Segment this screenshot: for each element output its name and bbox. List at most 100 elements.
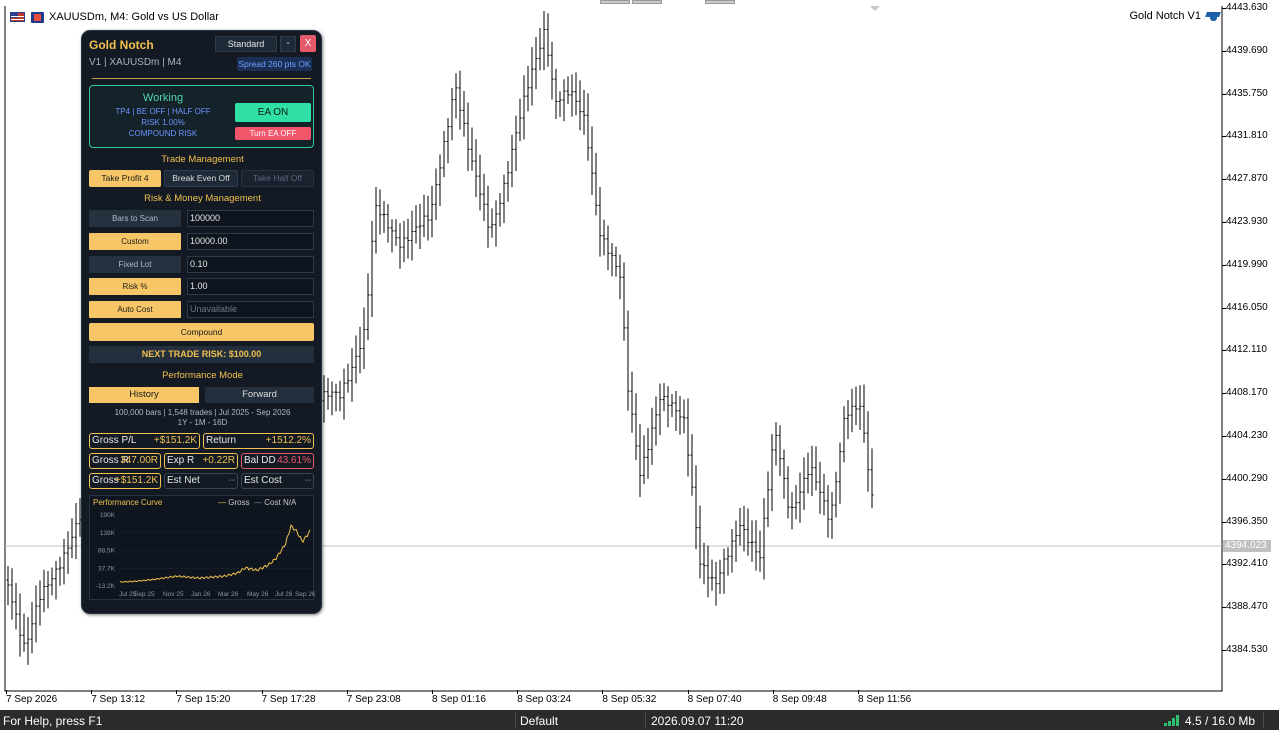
- time-axis-label: 8 Sep 01:16: [432, 694, 486, 705]
- status-risk-line: RISK 1.00%: [141, 118, 185, 127]
- panel-subtitle: V1 | XAUUSDm | M4: [89, 57, 182, 68]
- compound-button[interactable]: Compound: [89, 323, 314, 341]
- price-axis-tick: [1222, 564, 1226, 566]
- time-axis-label: 8 Sep 11:56: [858, 694, 912, 705]
- mode-button[interactable]: Standard: [215, 36, 277, 52]
- time-axis-label: 8 Sep 05:32: [602, 694, 657, 705]
- status-datetime: 2026.09.07 11:20: [651, 714, 744, 728]
- status-separator: [645, 712, 646, 728]
- take-profit-button[interactable]: Take Profit 4: [89, 170, 161, 187]
- price-axis-tick: [1222, 607, 1226, 609]
- performance-info: 100,000 bars | 1,548 trades | Jul 2025 -…: [114, 408, 291, 417]
- symbol-title: XAUUSDm, M4: Gold vs US Dollar: [49, 11, 219, 23]
- history-button[interactable]: History: [89, 387, 199, 403]
- time-axis-label: 7 Sep 23:08: [346, 694, 401, 705]
- price-axis-tick: [1222, 136, 1226, 138]
- curve-y-label: 88.5K: [98, 548, 116, 555]
- status-compound-line: COMPOUND RISK: [128, 129, 198, 138]
- price-axis-label: 4431.810: [1226, 130, 1268, 142]
- stat-exp-r: Exp R +0.22R: [164, 453, 238, 469]
- status-separator: [1263, 712, 1264, 728]
- curve-title: Performance Curve: [93, 498, 163, 507]
- ea-panel[interactable]: Gold Notch Standard - X V1 | XAUUSDm | M…: [81, 30, 322, 614]
- price-axis-label: 4443.630: [1226, 2, 1268, 13]
- price-axis-tick: [1222, 179, 1226, 181]
- auto-cost-button[interactable]: Auto Cost: [89, 301, 181, 318]
- status-separator: [515, 712, 516, 728]
- curve-y-label: 37.7K: [98, 565, 116, 572]
- connection-signal-icon: [1164, 715, 1180, 726]
- connection-traffic: 4.5 / 16.0 Mb: [1185, 714, 1256, 728]
- fixed-lot-input[interactable]: 0.10: [187, 256, 314, 273]
- time-axis-tick: [687, 690, 689, 694]
- curve-legend: — Gross — Cost N/A: [218, 498, 297, 507]
- curve-y-label: 190K: [100, 512, 116, 519]
- custom-button[interactable]: Custom: [89, 233, 181, 250]
- stat-est-net: Est Net --: [164, 473, 238, 489]
- profile-name[interactable]: Default: [520, 714, 558, 728]
- time-axis-tick: [346, 690, 348, 694]
- price-axis-label: 4439.690: [1226, 44, 1268, 56]
- price-axis-label: 4404.230: [1226, 430, 1268, 441]
- price-axis-label: 4396.350: [1226, 515, 1268, 527]
- performance-mode-title: Performance Mode: [162, 370, 243, 381]
- price-axis-tick: [1222, 521, 1226, 523]
- stat-gross-r: Gross R 347.00R: [89, 453, 161, 469]
- toolbar-tab[interactable]: [600, 0, 630, 4]
- risk-percent-input[interactable]: 1.00: [187, 278, 314, 295]
- time-axis-label: 8 Sep 09:48: [772, 694, 827, 705]
- time-axis-tick: [6, 690, 7, 694]
- price-axis-tick: [1222, 436, 1226, 437]
- take-half-button[interactable]: Take Half Off: [241, 170, 314, 187]
- performance-curve: 190K 139K 88.5K 37.7K -13.2K Jul 25 Sep 25 Nov …: [89, 495, 315, 600]
- gross-curve-line: [119, 524, 311, 583]
- stat-est-cost: Est Cost --: [241, 473, 314, 489]
- help-text: For Help, press F1: [3, 714, 103, 728]
- price-axis-tick: [1222, 8, 1226, 9]
- minimize-button[interactable]: -: [280, 36, 296, 52]
- fixed-lot-button[interactable]: Fixed Lot: [89, 256, 181, 273]
- toolbar-tab[interactable]: [705, 0, 735, 4]
- close-button[interactable]: X: [300, 35, 316, 52]
- ea-name: Gold Notch V1: [1129, 10, 1201, 22]
- expert-advisor-label[interactable]: Gold Notch V1: [1129, 10, 1221, 22]
- curve-x-label: Mar 26: [218, 591, 239, 598]
- divider: [92, 78, 311, 79]
- price-axis-tick: [1222, 350, 1226, 352]
- auto-cost-input[interactable]: Unavailable: [187, 301, 314, 318]
- risk-percent-button[interactable]: Risk %: [89, 278, 181, 295]
- bars-to-scan-label: Bars to Scan: [89, 210, 181, 227]
- ea-status-box: Working TP4 | BE OFF | HALF OFF RISK 1.0…: [89, 85, 314, 148]
- price-axis-label: 4408.170: [1226, 387, 1268, 399]
- ea-on-button[interactable]: EA ON: [235, 103, 311, 122]
- price-axis-label: 4400.290: [1226, 472, 1268, 484]
- curve-x-label: Sep 26: [295, 591, 315, 598]
- time-axis-tick: [176, 690, 178, 694]
- turn-ea-off-button[interactable]: Turn EA OFF: [235, 127, 311, 140]
- price-axis-tick: [1222, 393, 1226, 395]
- panel-title: Gold Notch: [89, 38, 154, 52]
- custom-balance-input[interactable]: 10000.00: [187, 233, 314, 250]
- time-axis-tick: [432, 690, 433, 694]
- curve-y-label: -13.2K: [96, 583, 116, 590]
- price-axis-tick: [1222, 478, 1226, 480]
- performance-curve-plot: 190K139K88.5K37.7K-13.2KJul 25Sep 25 Nov …: [96, 512, 315, 598]
- toolbar-tab[interactable]: [632, 0, 662, 4]
- forward-button[interactable]: Forward: [205, 387, 314, 403]
- next-trade-risk: NEXT TRADE RISK: $100.00: [89, 346, 314, 363]
- spread-badge: Spread 260 pts OK: [237, 57, 312, 71]
- time-axis-tick: [602, 690, 604, 694]
- shift-marker-icon: [870, 6, 880, 11]
- curve-x-label: Jan 26: [191, 591, 211, 598]
- price-axis-label: 4423.930: [1226, 216, 1268, 227]
- status-settings-line: TP4 | BE OFF | HALF OFF: [115, 107, 211, 116]
- break-even-button[interactable]: Break Even Off: [164, 170, 238, 187]
- bars-to-scan-input[interactable]: 100000: [187, 210, 314, 227]
- price-axis-label: 4392.410: [1226, 558, 1268, 570]
- legend-cost: Cost N/A: [264, 498, 297, 507]
- time-axis-label: 8 Sep 03:24: [517, 694, 572, 705]
- time-axis-tick: [261, 690, 263, 694]
- price-axis-label: 4435.750: [1226, 87, 1268, 99]
- price-axis-label: 4412.110: [1226, 344, 1267, 356]
- time-axis-label: 8 Sep 07:40: [687, 694, 742, 705]
